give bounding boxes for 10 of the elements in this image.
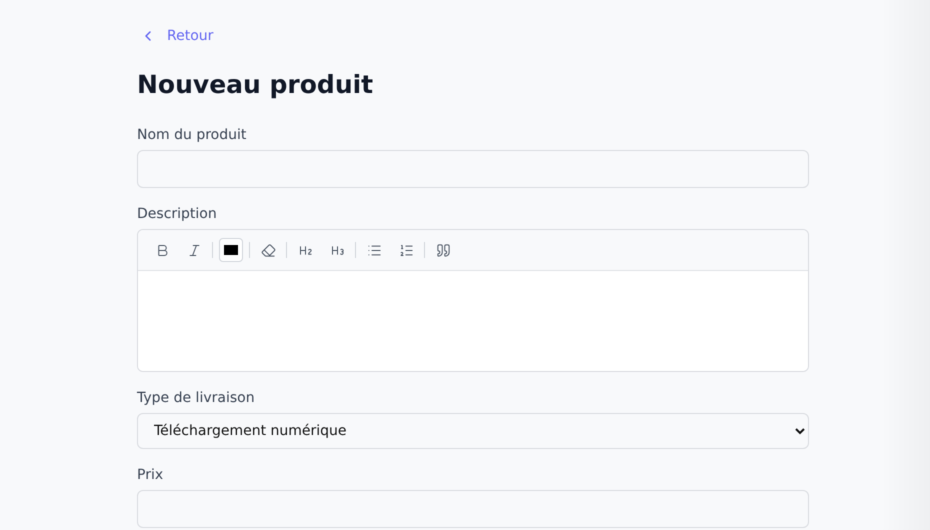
color-swatch[interactable] (219, 238, 243, 262)
input-field[interactable] (137, 490, 809, 528)
field-label: Description (137, 205, 218, 223)
field-label: Prix (137, 466, 164, 484)
field-label: Type de livraison (137, 389, 256, 407)
select-field[interactable]: Téléchargement numérique (137, 413, 809, 449)
page-title: Nouveau produit (137, 69, 374, 101)
field-label: Nom du produit (137, 126, 248, 144)
back-link[interactable]: Retour (140, 26, 809, 46)
input-field[interactable] (137, 150, 809, 188)
